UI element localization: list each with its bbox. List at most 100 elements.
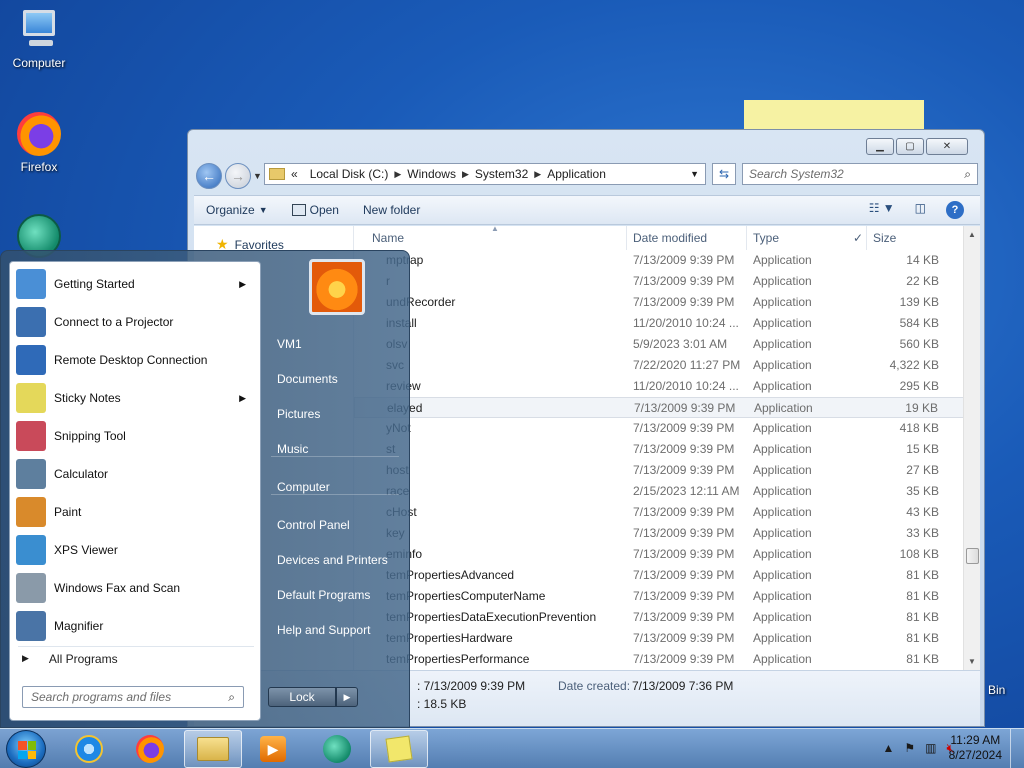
search-icon[interactable]: ⌕ [964,164,971,184]
sticky-note-window[interactable] [744,100,924,130]
chevron-right-icon[interactable]: ▶ [394,169,401,180]
start-program-item[interactable]: Sticky Notes ▶ [12,380,258,416]
table-row[interactable]: key 7/13/2009 9:39 PM Application 33 KB [354,523,966,544]
start-right-item[interactable]: Devices and Printers [267,545,403,575]
start-right-item[interactable]: Help and Support [267,615,403,645]
column-type[interactable]: Type [753,231,779,245]
table-row[interactable]: st 7/13/2009 9:39 PM Application 15 KB [354,439,966,460]
address-bar[interactable]: « Local Disk (C:) ▶ Windows ▶ System32 ▶… [264,163,706,185]
start-program-item[interactable]: Snipping Tool [12,418,258,454]
table-row[interactable]: temPropertiesComputerName 7/13/2009 9:39 … [354,586,966,607]
column-size[interactable]: Size [873,231,896,245]
table-row[interactable]: race 2/15/2023 12:11 AM Application 35 KB [354,481,966,502]
column-date-modified[interactable]: Date modified [633,231,707,245]
table-row[interactable]: elayed 7/13/2009 9:39 PM Application 19 KB [354,397,966,418]
breadcrumb-application[interactable]: Application [547,167,606,181]
action-center-flag-icon[interactable]: ⚑ [904,741,915,756]
start-right-item[interactable]: Documents [267,364,403,394]
table-row[interactable]: undRecorder 7/13/2009 9:39 PM Application 1… [354,292,966,313]
scroll-down-arrow-icon[interactable]: ▼ [964,653,980,670]
maximize-button[interactable]: ▢ [896,138,924,155]
table-row[interactable]: temPropertiesHardware 7/13/2009 9:39 PM Ap… [354,628,966,649]
breadcrumb-system32[interactable]: System32 [475,167,528,181]
table-row[interactable]: temPropertiesAdvanced 7/13/2009 9:39 PM Ap… [354,565,966,586]
table-row[interactable]: eminfo 7/13/2009 9:39 PM Application 108 KB [354,544,966,565]
scroll-thumb[interactable] [966,548,979,564]
taskbar-media-player[interactable]: ▶ [244,730,302,768]
recent-pages-dropdown[interactable]: ▼ [253,171,262,181]
start-program-item[interactable]: Windows Fax and Scan [12,570,258,606]
help-icon[interactable]: ? [946,201,964,219]
table-row[interactable]: temPropertiesPerformance 7/13/2009 9:39 P… [354,649,966,670]
start-right-item[interactable]: Computer [267,472,403,502]
table-row[interactable]: olsv 5/9/2023 3:01 AM Application 560 KB [354,334,966,355]
preview-pane-icon[interactable]: ◫ [915,201,926,219]
address-overflow[interactable]: « [291,167,298,181]
program-label: Getting Started [54,277,135,291]
refresh-button[interactable]: ⇆ [712,163,736,185]
back-button[interactable]: ← [196,163,222,189]
show-desktop-button[interactable] [1010,729,1024,768]
table-row[interactable]: svc 7/22/2020 11:27 PM Application 4,322 KB [354,355,966,376]
taskbar-firefox[interactable] [121,730,179,768]
search-icon[interactable]: ⌕ [228,687,235,707]
table-row[interactable]: review 11/20/2010 10:24 ... Application 295… [354,376,966,397]
clock[interactable]: 11:29 AM 8/27/2024 [949,733,1002,763]
table-row[interactable]: install 11/20/2010 10:24 ... Application 58… [354,313,966,334]
start-right-item[interactable]: Default Programs [267,580,403,610]
start-program-item[interactable]: XPS Viewer [12,532,258,568]
cell-date: 7/13/2009 9:39 PM [633,295,735,309]
start-program-item[interactable]: Paint [12,494,258,530]
table-row[interactable]: mptrap 7/13/2009 9:39 PM Application 14 KB [354,250,966,271]
table-row[interactable]: temPropertiesDataExecutionPrevention 7/13… [354,607,966,628]
start-program-item[interactable]: Remote Desktop Connection [12,342,258,378]
minimize-button[interactable]: ▁ [866,138,894,155]
organize-button[interactable]: Organize ▼ [194,203,280,217]
lock-button[interactable]: Lock [268,687,336,707]
taskbar-explorer[interactable] [184,730,242,768]
start-right-item[interactable]: Music [267,434,403,464]
start-program-item[interactable]: Connect to a Projector [12,304,258,340]
recycle-bin-label[interactable]: Bin [988,683,1005,697]
forward-button[interactable]: → [225,163,251,189]
chevron-right-icon[interactable]: ▶ [534,169,541,180]
search-input[interactable]: Search System32 ⌕ [742,163,978,185]
close-button[interactable]: ✕ [926,138,968,155]
user-picture[interactable] [309,259,365,315]
chevron-down-icon[interactable]: ▼ [690,169,699,179]
column-name[interactable]: Name [372,231,404,245]
taskbar-sticky-notes[interactable] [370,730,428,768]
desktop-icon-computer[interactable]: Computer [4,8,74,70]
start-search-input[interactable]: Search programs and files ⌕ [22,686,244,708]
shutdown-options-arrow-icon[interactable]: ▶ [336,687,358,707]
start-program-item[interactable]: Getting Started ▶ [12,266,258,302]
show-hidden-icons-icon[interactable]: ▲ [882,741,894,756]
table-row[interactable]: r 7/13/2009 9:39 PM Application 22 KB [354,271,966,292]
taskbar-browser[interactable] [308,730,366,768]
program-icon [16,535,46,565]
breadcrumb-local-disk[interactable]: Local Disk (C:) [310,167,389,181]
table-row[interactable]: host 7/13/2009 9:39 PM Application 27 KB [354,460,966,481]
start-right-item[interactable]: Pictures [267,399,403,429]
desktop-icon-firefox[interactable]: Firefox [4,112,74,174]
open-button[interactable]: Open [280,203,351,217]
start-button[interactable] [6,730,46,768]
table-row[interactable]: yNot 7/13/2009 9:39 PM Application 418 KB [354,418,966,439]
start-program-item[interactable]: Magnifier [12,608,258,644]
table-row[interactable]: cHost 7/13/2009 9:39 PM Application 43 KB [354,502,966,523]
submenu-arrow-icon[interactable]: ▶ [239,279,246,290]
network-icon[interactable]: ▥ [925,741,936,756]
chevron-right-icon[interactable]: ▶ [462,169,469,180]
vertical-scrollbar[interactable]: ▲ ▼ [963,226,980,670]
scroll-up-arrow-icon[interactable]: ▲ [964,226,980,243]
submenu-arrow-icon[interactable]: ▶ [239,393,246,404]
all-programs-button[interactable]: ▶ All Programs [18,646,254,670]
taskbar-internet-explorer[interactable] [60,730,118,768]
start-program-item[interactable]: Calculator [12,456,258,492]
start-right-item[interactable]: VM1 [267,329,403,359]
new-folder-button[interactable]: New folder [351,203,432,217]
view-options-icon[interactable]: ☷ ▼ [869,201,895,219]
folder-icon [197,737,229,761]
breadcrumb-windows[interactable]: Windows [407,167,456,181]
start-right-item[interactable]: Control Panel [267,510,403,540]
